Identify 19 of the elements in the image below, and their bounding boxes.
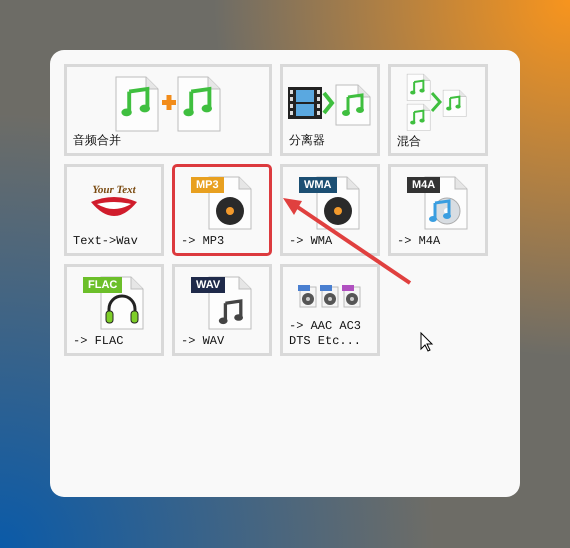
tool-tile[interactable]: WAV -> WAV — [172, 264, 272, 356]
file-badge: MP3 — [191, 176, 224, 192]
tool-tile[interactable]: 音频合并 — [64, 64, 272, 156]
note-files-merge-icon — [114, 74, 222, 132]
tool-tile[interactable]: -> AAC AC3 DTS Etc... — [280, 264, 380, 356]
tool-tile[interactable]: WMA -> WMA — [280, 164, 380, 256]
icon-caption: Your Text — [92, 185, 136, 196]
file-badge: WMA — [299, 176, 336, 192]
tool-tile[interactable]: MP3 -> MP3 — [172, 164, 272, 256]
tool-tile[interactable]: M4A -> M4A — [388, 164, 488, 256]
file-badge: M4A — [407, 176, 440, 192]
file-badge: WAV — [191, 276, 226, 292]
tool-tile[interactable]: FLAC -> FLAC — [64, 264, 164, 356]
tool-tile[interactable]: 混合 — [388, 64, 488, 156]
tool-tile[interactable]: Your Text Text->Wav — [64, 164, 164, 256]
tool-tile[interactable]: 分离器 — [280, 64, 380, 156]
three-files-icon — [298, 283, 362, 309]
pointer-cursor-icon — [420, 332, 434, 352]
file-badge: FLAC — [83, 276, 122, 292]
